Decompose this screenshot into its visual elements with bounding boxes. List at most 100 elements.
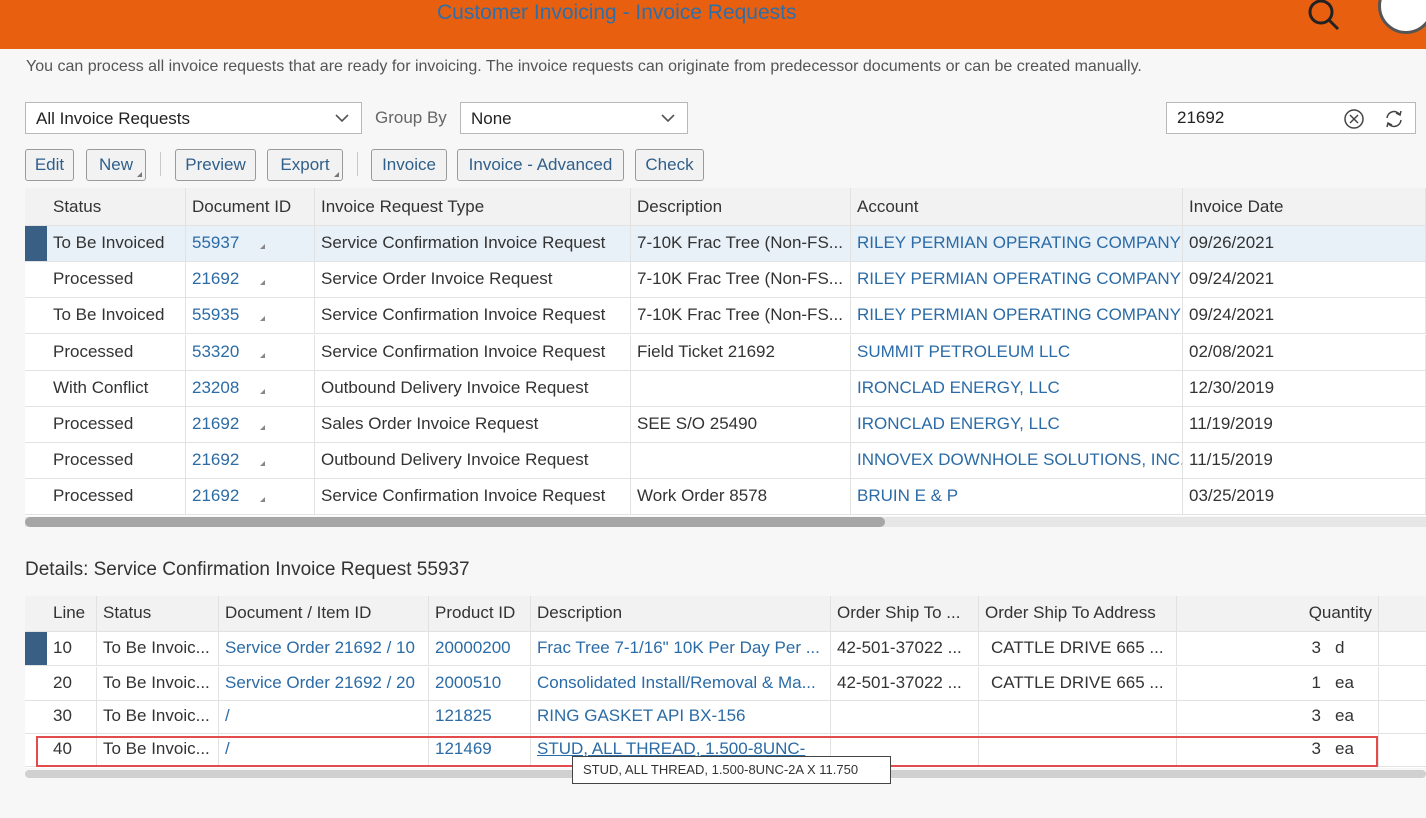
details-cell-ship-to: 42-501-37022 ... — [831, 632, 979, 665]
details-cell-status: To Be Invoic... — [97, 632, 219, 665]
details-column-header-product-id[interactable]: Product ID — [429, 596, 531, 631]
action-menu-icon[interactable] — [260, 352, 265, 358]
action-menu-icon[interactable] — [260, 244, 265, 249]
preview-button[interactable]: Preview — [175, 149, 256, 181]
details-row[interactable]: 30 To Be Invoic.../121825 RING GASKET API … — [25, 700, 1426, 734]
details-row[interactable]: 20 To Be Invoic... Service Order 21692 / 2… — [25, 667, 1426, 701]
details-cell-description[interactable]: Consolidated Install/Removal & Ma... — [531, 667, 831, 700]
cell-document-id[interactable]: 53320 — [186, 334, 315, 370]
details-column-header-ship-to[interactable]: Order Ship To ... — [831, 596, 979, 631]
table-row[interactable]: Processed 21692 Service Order Invoice Requ… — [25, 262, 1426, 299]
user-avatar[interactable] — [1378, 0, 1426, 34]
invoice-button[interactable]: Invoice — [371, 149, 447, 181]
details-cell-document-item-id[interactable]: Service Order 21692 / 20 — [219, 667, 429, 700]
cell-document-id[interactable]: 55937 — [186, 226, 315, 261]
row-selection-marker[interactable] — [25, 226, 47, 261]
cell-account[interactable]: IRONCLAD ENERGY, LLC — [851, 370, 1183, 406]
group-by-select[interactable]: None — [460, 102, 688, 134]
details-cell-product-id[interactable]: 2000510 — [429, 667, 531, 700]
cell-account[interactable]: IRONCLAD ENERGY, LLC — [851, 407, 1183, 442]
group-by-value: None — [471, 109, 512, 128]
details-row[interactable]: 10 To Be Invoic... Service Order 21692 / 1… — [25, 632, 1426, 666]
cell-status: To Be Invoiced — [47, 298, 186, 334]
action-menu-icon[interactable] — [260, 316, 265, 322]
cell-account[interactable]: SUMMIT PETROLEUM LLC — [851, 334, 1183, 370]
table-row[interactable]: Processed 21692 Sales Order Invoice Reques… — [25, 407, 1426, 443]
action-menu-icon[interactable] — [260, 280, 265, 286]
table-header-row: Status Document ID Invoice Request Type Des… — [25, 188, 1426, 226]
new-button-label: New — [98, 155, 133, 174]
cell-description: 7-10K Frac Tree (Non-FS... — [631, 298, 851, 334]
details-column-header-status[interactable]: Status — [97, 596, 219, 631]
details-cell-quantity: 3 — [1311, 706, 1321, 725]
action-menu-icon[interactable] — [260, 425, 265, 430]
details-cell-ship-to — [831, 700, 979, 733]
cell-invoice-date: 02/08/2021 — [1183, 334, 1426, 370]
chevron-down-icon — [661, 114, 675, 123]
search-icon[interactable] — [1304, 0, 1344, 32]
new-button[interactable]: New — [86, 149, 146, 181]
horizontal-scrollbar-thumb[interactable] — [25, 517, 885, 527]
toolbar-separator — [160, 152, 161, 176]
cell-account[interactable]: BRUIN E & P — [851, 479, 1183, 515]
cell-document-id[interactable]: 21692 — [186, 262, 315, 298]
column-header-invoice-date[interactable]: Invoice Date — [1183, 188, 1426, 225]
details-cell-document-item-id[interactable]: / — [219, 700, 429, 733]
details-header-row: Line Status Document / Item ID Product ID De… — [25, 596, 1426, 632]
table-row[interactable]: To Be Invoiced 55935 Service Confirmation … — [25, 298, 1426, 335]
details-column-header-ship-to-address[interactable]: Order Ship To Address — [979, 596, 1177, 631]
table-row[interactable]: Processed 53320 Service Confirmation Invoi… — [25, 334, 1426, 371]
table-row[interactable]: With Conflict 23208 Outbound Delivery Invo… — [25, 370, 1426, 407]
action-menu-icon[interactable] — [260, 497, 265, 503]
cell-description: 7-10K Frac Tree (Non-FS... — [631, 262, 851, 298]
details-cell-product-id[interactable]: 20000200 — [429, 632, 531, 665]
invoice-advanced-button[interactable]: Invoice - Advanced — [457, 149, 624, 181]
column-header-account[interactable]: Account — [851, 188, 1183, 225]
details-cell-description[interactable]: RING GASKET API BX-156 — [531, 700, 831, 733]
row-selection-marker[interactable] — [25, 632, 47, 665]
column-header-status[interactable]: Status — [47, 188, 186, 225]
details-cell-description[interactable]: Frac Tree 7-1/16" 10K Per Day Per ... — [531, 632, 831, 665]
cell-status: To Be Invoiced — [47, 226, 186, 261]
table-row[interactable]: To Be Invoiced 55937 Service Confirmation … — [25, 226, 1426, 262]
export-button[interactable]: Export — [267, 149, 343, 181]
details-column-header-description[interactable]: Description — [531, 596, 831, 631]
page-title: Customer Invoicing - Invoice Requests — [437, 1, 797, 24]
clear-icon[interactable] — [1343, 108, 1365, 130]
details-cell-product-id[interactable]: 121825 — [429, 700, 531, 733]
details-cell-quantity: 3 — [1311, 638, 1321, 657]
details-column-header-quantity[interactable]: Quantity — [1177, 596, 1379, 631]
cell-document-id[interactable]: 21692 — [186, 407, 315, 442]
cell-invoice-date: 09/26/2021 — [1183, 226, 1426, 261]
cell-type: Outbound Delivery Invoice Request — [315, 443, 631, 479]
column-header-description[interactable]: Description — [631, 188, 851, 225]
edit-button[interactable]: Edit — [25, 149, 74, 181]
table-row[interactable]: Processed 21692 Outbound Delivery Invoice … — [25, 443, 1426, 480]
check-button[interactable]: Check — [635, 149, 704, 181]
cell-document-id[interactable]: 21692 — [186, 479, 315, 515]
column-header-type[interactable]: Invoice Request Type — [315, 188, 631, 225]
cell-account[interactable]: RILEY PERMIAN OPERATING COMPANY — [851, 226, 1183, 261]
cell-document-id[interactable]: 23208 — [186, 370, 315, 406]
details-column-header-line[interactable]: Line — [47, 596, 97, 631]
cell-document-id[interactable]: 21692 — [186, 443, 315, 479]
cell-account[interactable]: INNOVEX DOWNHOLE SOLUTIONS, INC. — [851, 443, 1183, 479]
cell-account[interactable]: RILEY PERMIAN OPERATING COMPANY — [851, 298, 1183, 334]
search-input[interactable]: 21692 — [1166, 102, 1416, 134]
details-cell-ship-to-address — [979, 700, 1177, 733]
table-row[interactable]: Processed 21692 Service Confirmation Invoi… — [25, 479, 1426, 516]
cell-description — [631, 370, 851, 406]
cell-document-id[interactable]: 55935 — [186, 298, 315, 334]
group-by-label: Group By — [375, 108, 447, 127]
refresh-icon[interactable] — [1383, 108, 1405, 130]
cell-account[interactable]: RILEY PERMIAN OPERATING COMPANY — [851, 262, 1183, 298]
chevron-down-icon — [335, 114, 349, 123]
details-column-header-document-item-id[interactable]: Document / Item ID — [219, 596, 429, 631]
details-cell-document-item-id[interactable]: Service Order 21692 / 10 — [219, 632, 429, 665]
action-menu-icon[interactable] — [260, 388, 265, 394]
details-cell-status: To Be Invoic... — [97, 700, 219, 733]
column-header-document-id[interactable]: Document ID — [186, 188, 315, 225]
details-cell-ship-to-address: CATTLE DRIVE 665 ... — [979, 632, 1177, 665]
view-select[interactable]: All Invoice Requests — [25, 102, 362, 134]
action-menu-icon[interactable] — [260, 461, 265, 467]
